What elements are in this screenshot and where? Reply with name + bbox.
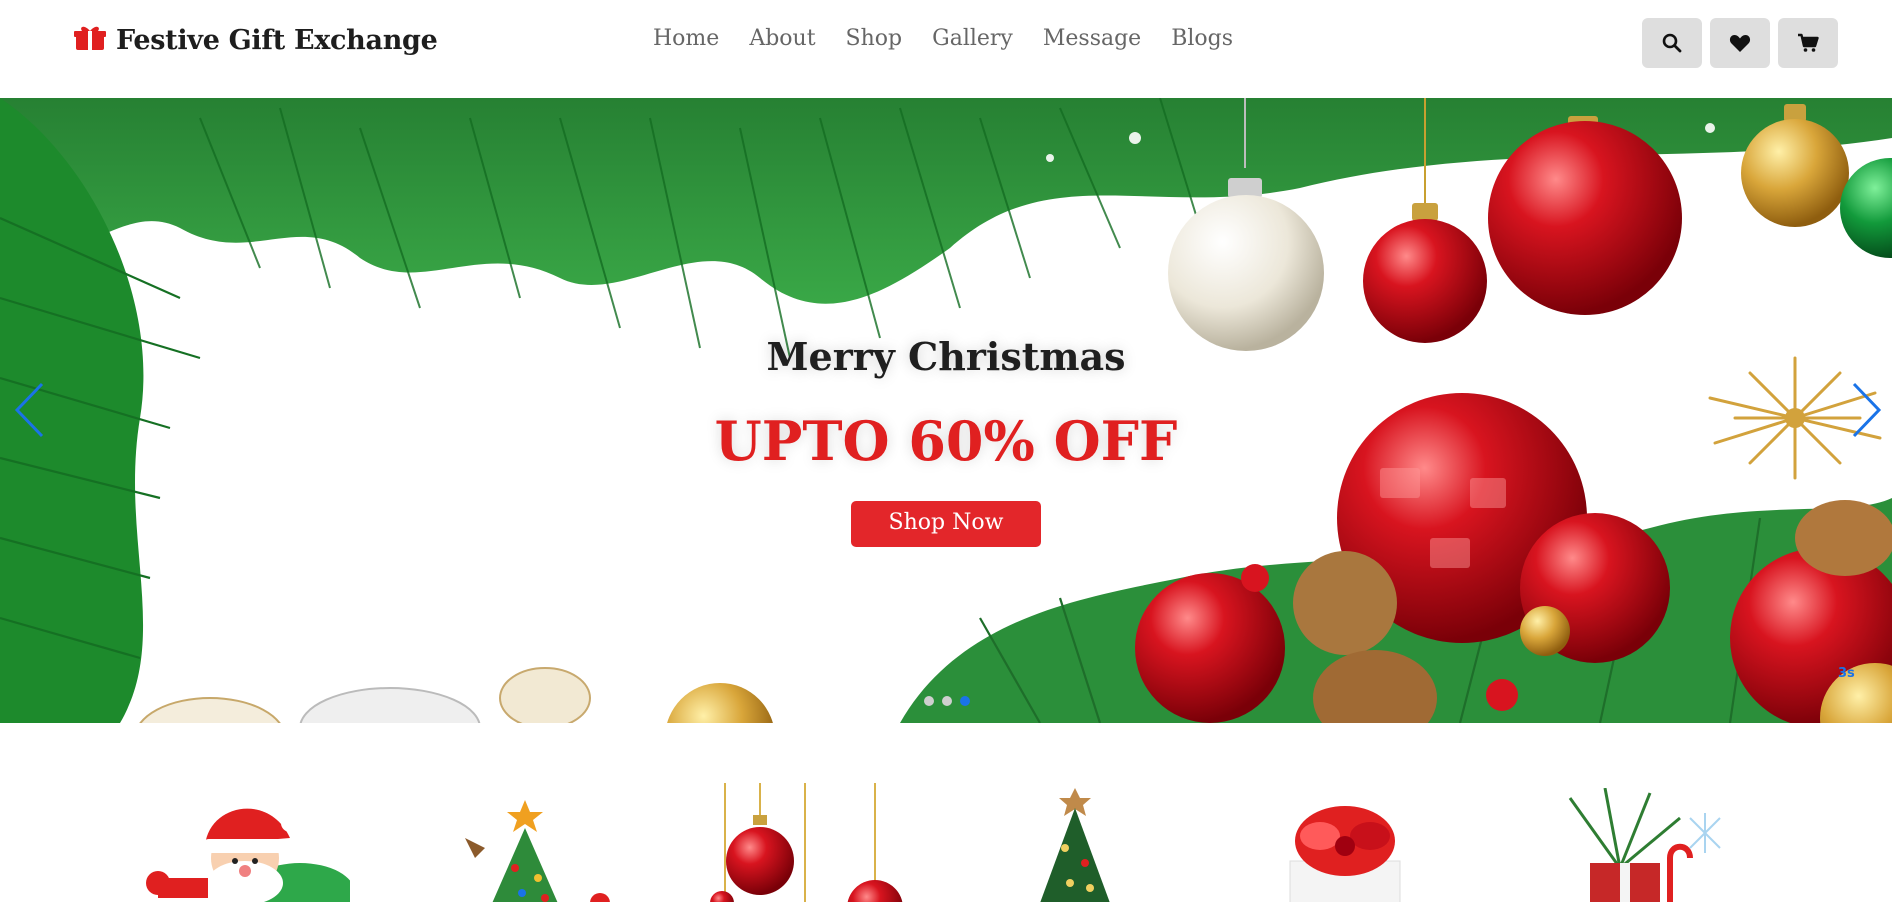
nav-blogs[interactable]: Blogs — [1171, 26, 1233, 51]
gift-bow-icon[interactable] — [1270, 801, 1420, 902]
hero-carousel: Merry Christmas UPTO 60% OFF Shop Now 3s — [0, 98, 1892, 723]
hero-content: Merry Christmas UPTO 60% OFF Shop Now — [0, 334, 1892, 547]
shop-now-button[interactable]: Shop Now — [851, 501, 1041, 547]
heart-icon — [1729, 35, 1751, 52]
cart-button[interactable] — [1778, 18, 1838, 68]
gift-pine-icon[interactable] — [1510, 788, 1730, 902]
cart-icon — [1798, 33, 1819, 52]
nav-about[interactable]: About — [749, 26, 815, 51]
carousel-pagination — [924, 696, 970, 706]
brand-logo[interactable]: Festive Gift Exchange — [74, 24, 438, 56]
hero-title: Merry Christmas — [766, 334, 1126, 379]
carousel-dot-2[interactable] — [942, 696, 952, 706]
carousel-dot-1[interactable] — [924, 696, 934, 706]
header-actions — [1642, 18, 1838, 68]
santa-icon[interactable] — [140, 783, 350, 902]
brand-name: Festive Gift Exchange — [116, 24, 438, 56]
chevron-left-icon — [14, 382, 44, 438]
category-strip — [0, 723, 1892, 902]
carousel-prev-button[interactable] — [14, 382, 44, 442]
nav-home[interactable]: Home — [653, 26, 719, 51]
christmas-tree-icon[interactable] — [460, 798, 620, 902]
hero-promo-text: UPTO 60% OFF — [714, 409, 1178, 473]
gift-icon — [74, 24, 106, 56]
ornaments-icon[interactable] — [700, 783, 920, 902]
chevron-right-icon — [1852, 382, 1882, 438]
carousel-next-button[interactable] — [1852, 382, 1882, 442]
small-tree-icon[interactable] — [1025, 788, 1125, 902]
search-icon — [1662, 33, 1682, 53]
main-nav: Home About Shop Gallery Message Blogs — [653, 26, 1233, 51]
site-header: Festive Gift Exchange Home About Shop Ga… — [0, 0, 1892, 98]
search-button[interactable] — [1642, 18, 1702, 68]
wishlist-button[interactable] — [1710, 18, 1770, 68]
nav-shop[interactable]: Shop — [846, 26, 903, 51]
carousel-dot-3[interactable] — [960, 696, 970, 706]
autoplay-timer: 3s — [1838, 666, 1855, 681]
nav-message[interactable]: Message — [1043, 26, 1141, 51]
nav-gallery[interactable]: Gallery — [932, 26, 1013, 51]
